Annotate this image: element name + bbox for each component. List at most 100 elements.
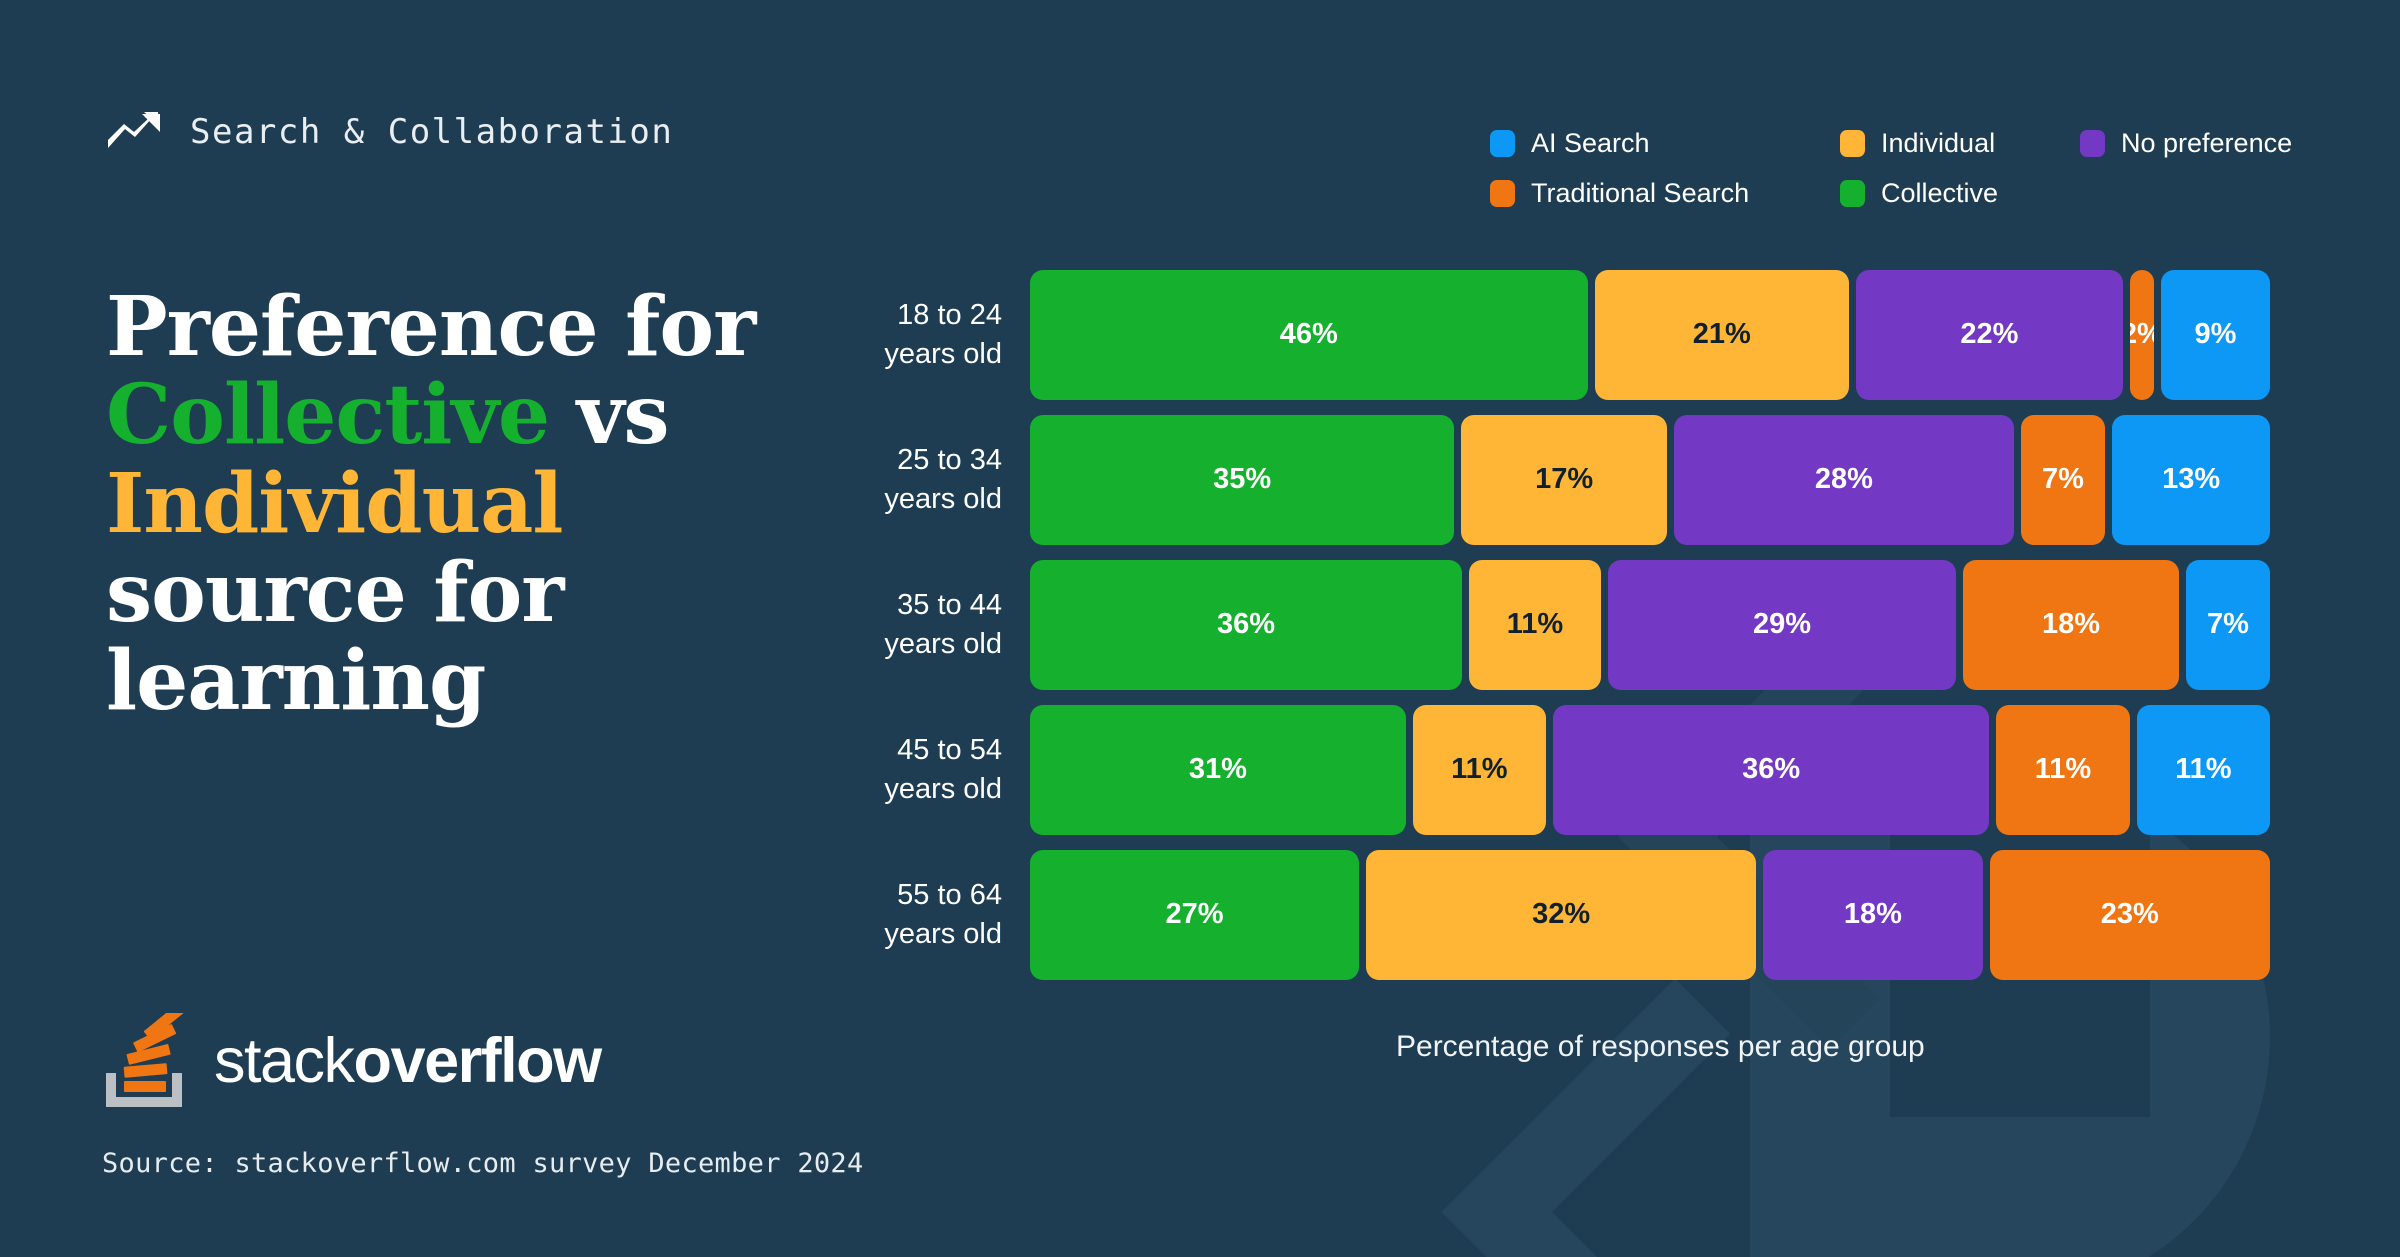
stacked-bar: 31% 11% 36% 11% 11%	[1030, 704, 2270, 835]
bar-segment-value: 18%	[1843, 898, 1902, 930]
stack-overflow-logo-icon	[106, 1013, 192, 1109]
bar-segment-no-preference[interactable]: 36%	[1553, 704, 1990, 835]
bar-segment-value: 32%	[1532, 898, 1591, 930]
stacked-bar-chart: 18 to 24 years old 46% 21% 22% 2% 9% 25 to 34 ye…	[0, 262, 2400, 987]
background-chevron-decoration	[1441, 978, 1909, 1257]
age-group-label-line2: years old	[884, 627, 1002, 660]
bar-segment-value: 28%	[1814, 463, 1873, 495]
legend-swatch-icon	[1490, 129, 1515, 157]
bar-segment-value: 46%	[1279, 318, 1338, 350]
bar-segment-value: 21%	[1692, 318, 1751, 350]
infographic-canvas: Search & Collaboration Preference for Co…	[0, 0, 2400, 1257]
legend-label: Collective	[1881, 177, 1999, 208]
bar-segment-value: 36%	[1742, 753, 1801, 785]
bar-segment-value: 35%	[1213, 463, 1272, 495]
bar-segment-traditional-search[interactable]: 18%	[1963, 559, 2179, 690]
age-group-label-line2: years old	[884, 337, 1002, 370]
legend-item-traditional-search: Traditional Search	[1490, 168, 1840, 218]
chart-row: 55 to 64 years old 27% 32% 18% 23%	[0, 842, 2400, 987]
stack-overflow-logo: stackoverflow	[106, 1013, 603, 1109]
bar-segment-individual[interactable]: 17%	[1461, 414, 1668, 545]
age-group-label-line1: 18 to 24	[897, 298, 1002, 331]
age-group-label-line1: 35 to 44	[897, 588, 1002, 621]
chart-caption: Percentage of responses per age group	[1396, 1030, 1925, 1063]
bar-segment-value: 13%	[2162, 463, 2221, 495]
bar-segment-no-preference[interactable]: 22%	[1856, 269, 2123, 400]
bar-segment-value: 11%	[2175, 753, 2232, 785]
bar-segment-value: 22%	[1960, 318, 2019, 350]
legend-swatch-icon	[2080, 129, 2105, 157]
bar-segment-value: 29%	[1752, 608, 1812, 640]
legend-item-collective: Collective	[1840, 168, 2080, 218]
stacked-bar: 36% 11% 29% 18% 7%	[1030, 559, 2270, 690]
bar-segment-value: 7%	[2042, 463, 2084, 495]
bar-segment-value: 36%	[1216, 608, 1276, 640]
legend-item-empty	[2080, 168, 2292, 218]
age-group-label: 35 to 44 years old	[860, 586, 1030, 663]
legend-item-ai-search: AI Search	[1490, 118, 1840, 168]
bar-segment-value: 7%	[2207, 608, 2249, 640]
bar-segment-collective[interactable]: 31%	[1030, 704, 1406, 835]
source-attribution: Source: stackoverflow.com survey Decembe…	[102, 1148, 864, 1179]
eyebrow: Search & Collaboration	[108, 112, 673, 152]
eyebrow-label: Search & Collaboration	[190, 112, 674, 152]
chart-row: 45 to 54 years old 31% 11% 36% 11% 11%	[0, 697, 2400, 842]
legend-swatch-icon	[1840, 129, 1865, 157]
age-group-label-line2: years old	[884, 917, 1002, 950]
chart-row: 25 to 34 years old 35% 17% 28% 7% 13%	[0, 407, 2400, 552]
chart-row: 18 to 24 years old 46% 21% 22% 2% 9%	[0, 262, 2400, 407]
stacked-bar: 35% 17% 28% 7% 13%	[1030, 414, 2270, 545]
bar-segment-value: 23%	[2100, 898, 2159, 930]
bar-segment-value: 9%	[2194, 318, 2237, 350]
bar-segment-value: 11%	[2034, 753, 2092, 785]
age-group-label-line1: 25 to 34	[897, 443, 1002, 476]
bar-segment-ai-search[interactable]: 11%	[2136, 704, 2270, 835]
bar-segment-individual[interactable]: 32%	[1366, 849, 1757, 980]
bar-segment-no-preference[interactable]: 29%	[1608, 559, 1956, 690]
bar-segment-individual[interactable]: 11%	[1412, 704, 1547, 835]
legend-swatch-icon	[1840, 179, 1865, 207]
age-group-label: 55 to 64 years old	[860, 876, 1030, 953]
legend-label: Traditional Search	[1531, 177, 1750, 208]
legend-label: No preference	[2121, 127, 2293, 158]
bar-segment-value: 11%	[1451, 753, 1508, 785]
legend-item-individual: Individual	[1840, 118, 2080, 168]
stacked-bar: 27% 32% 18% 23%	[1030, 849, 2270, 980]
bar-segment-value: 27%	[1165, 898, 1224, 930]
bar-segment-no-preference[interactable]: 18%	[1763, 849, 1983, 980]
bar-segment-traditional-search[interactable]: 2%	[2129, 269, 2154, 400]
bar-segment-individual[interactable]: 11%	[1469, 559, 1601, 690]
bar-segment-collective[interactable]: 35%	[1030, 414, 1455, 545]
bar-segment-ai-search[interactable]: 9%	[2160, 269, 2270, 400]
bar-segment-traditional-search[interactable]: 11%	[1996, 704, 2130, 835]
legend-item-no-preference: No preference	[2080, 118, 2292, 168]
chart-legend: AI Search Individual No preference Traditio…	[1490, 118, 2292, 218]
stack-overflow-wordmark: stackoverflow	[214, 1025, 603, 1097]
bar-segment-collective[interactable]: 27%	[1030, 849, 1360, 980]
trending-up-icon	[108, 112, 164, 152]
bar-segment-individual[interactable]: 21%	[1594, 269, 1850, 400]
age-group-label: 45 to 54 years old	[860, 731, 1030, 808]
chart-row: 35 to 44 years old 36% 11% 29% 18% 7%	[0, 552, 2400, 697]
bar-segment-traditional-search[interactable]: 7%	[2020, 414, 2106, 545]
stacked-bar: 46% 21% 22% 2% 9%	[1030, 269, 2270, 400]
bar-segment-collective[interactable]: 46%	[1030, 269, 1588, 400]
age-group-label-line1: 55 to 64	[897, 878, 1002, 911]
age-group-label: 25 to 34 years old	[860, 441, 1030, 518]
bar-segment-ai-search[interactable]: 13%	[2112, 414, 2270, 545]
bar-segment-ai-search[interactable]: 7%	[2186, 559, 2270, 690]
bar-segment-value: 2%	[2130, 318, 2154, 351]
bar-segment-value: 31%	[1188, 753, 1247, 785]
age-group-label-line2: years old	[884, 482, 1002, 515]
bar-segment-traditional-search[interactable]: 23%	[1989, 849, 2270, 980]
age-group-label-line2: years old	[884, 772, 1002, 805]
bar-segment-value: 18%	[2041, 608, 2101, 640]
legend-label: AI Search	[1531, 127, 1650, 158]
logo-text-overflow: overflow	[353, 1026, 603, 1096]
age-group-label-line1: 45 to 54	[897, 733, 1002, 766]
bar-segment-no-preference[interactable]: 28%	[1674, 414, 2014, 545]
logo-text-stack: stack	[214, 1026, 355, 1096]
legend-label: Individual	[1881, 127, 1996, 158]
bar-segment-value: 11%	[1506, 608, 1564, 640]
bar-segment-collective[interactable]: 36%	[1030, 559, 1462, 690]
